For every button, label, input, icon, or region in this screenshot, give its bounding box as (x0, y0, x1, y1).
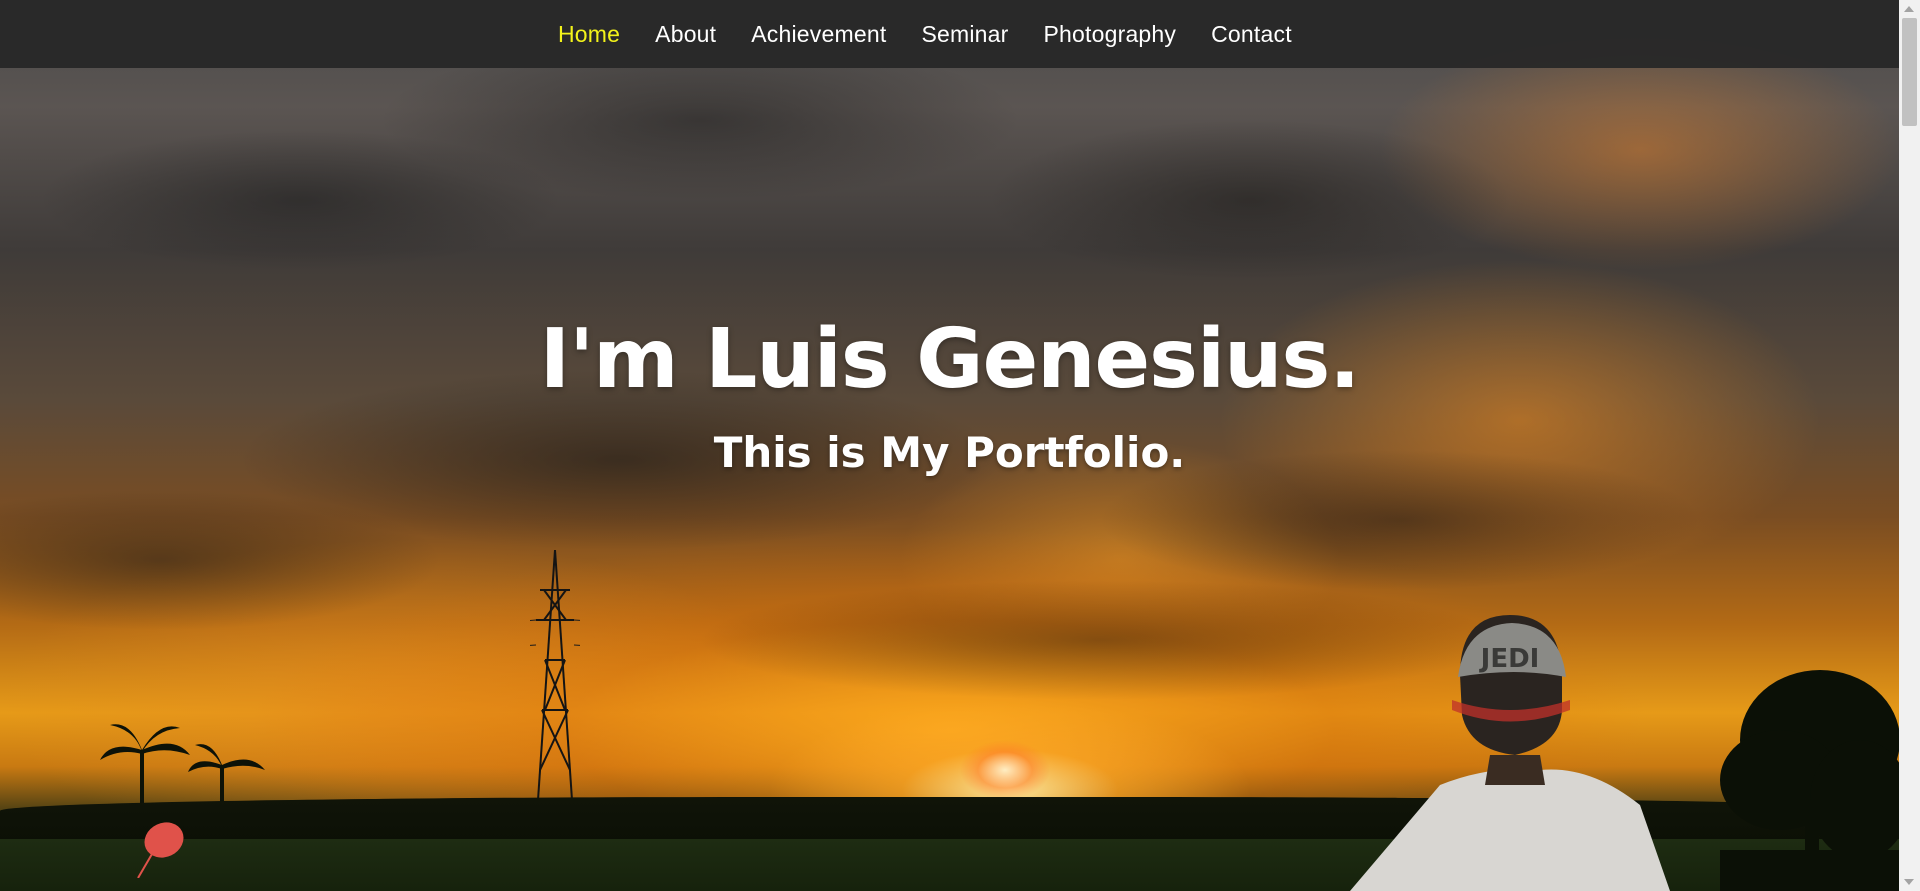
scrollbar-thumb[interactable] (1902, 18, 1917, 126)
nav-item-seminar[interactable]: Seminar (921, 21, 1008, 48)
nav-item-contact[interactable]: Contact (1211, 21, 1292, 48)
nav-item-home[interactable]: Home (558, 21, 620, 48)
cap-text: JEDI (1479, 644, 1540, 674)
tree-silhouette-image (1720, 670, 1899, 891)
nav-item-photography[interactable]: Photography (1043, 21, 1176, 48)
hero-title: I'm Luis Genesius. (539, 312, 1361, 407)
top-navbar: Home About Achievement Seminar Photograp… (0, 0, 1899, 68)
person-with-cap-image: JEDI (1350, 615, 1670, 891)
nav-menu: Home About Achievement Seminar Photograp… (558, 0, 1327, 68)
scroll-down-arrow-icon[interactable] (1904, 879, 1914, 885)
red-balloon-image (137, 822, 184, 878)
power-tower-image (530, 550, 580, 800)
page: JEDI Home About Achievement Seminar Phot… (0, 0, 1920, 891)
scroll-up-arrow-icon[interactable] (1904, 6, 1914, 12)
vertical-scrollbar[interactable] (1899, 0, 1920, 891)
nav-item-about[interactable]: About (655, 21, 716, 48)
nav-item-achievement[interactable]: Achievement (751, 21, 886, 48)
hero-subtitle: This is My Portfolio. (713, 428, 1186, 477)
